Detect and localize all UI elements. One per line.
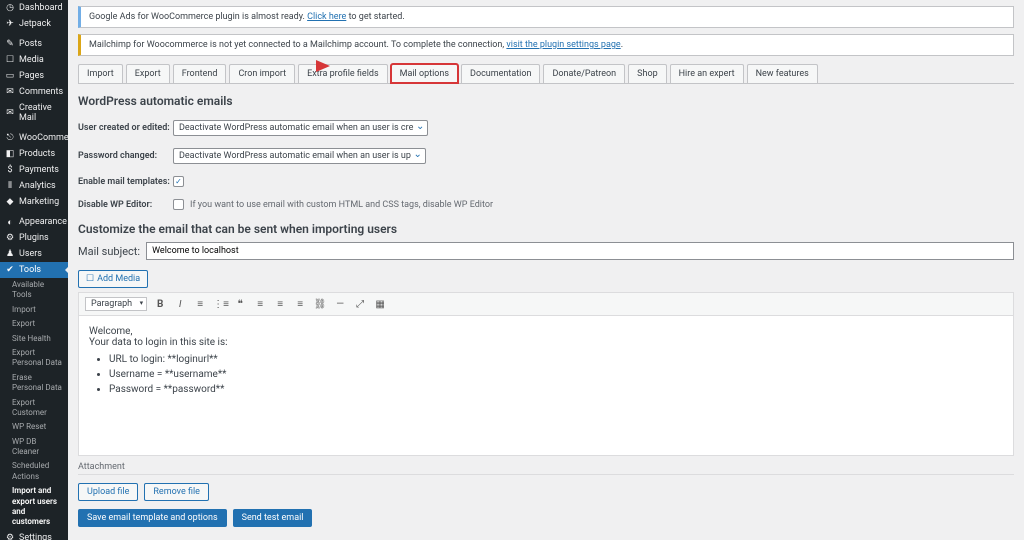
plugin-tabs: ImportExportFrontendCron importExtra pro… [78,64,1014,84]
menu-icon: ☐ [5,55,15,65]
notice-mailchimp: Mailchimp for Woocommerce is not yet con… [78,34,1014,56]
mail-subject-input[interactable] [146,242,1014,260]
sidebar-subitem[interactable]: Export Personal Data [0,346,68,371]
tab-hire-an-expert[interactable]: Hire an expert [670,64,744,83]
tab-documentation[interactable]: Documentation [461,64,540,83]
tab-cron-import[interactable]: Cron import [229,64,295,83]
menu-icon: $ [5,165,15,175]
sidebar-item[interactable]: ☐Media [0,52,68,68]
menu-icon: ✉ [5,108,15,118]
menu-icon: ◧ [5,149,15,159]
checkbox-enable-templates[interactable]: ✓ [173,176,184,187]
menu-icon: ▭ [5,71,15,81]
menu-icon: ⎋ [5,133,15,143]
sidebar-item[interactable]: ◧Products [0,146,68,162]
menu-icon: ✎ [5,39,15,49]
sidebar-item[interactable]: $Payments [0,162,68,178]
align-left-icon[interactable]: ≡ [253,299,267,310]
sidebar-subitem[interactable]: Export Customer [0,396,68,421]
sidebar-item[interactable]: ◆Marketing [0,194,68,210]
tab-shop[interactable]: Shop [628,64,667,83]
sidebar-item[interactable]: ✉Comments [0,84,68,100]
format-dropdown[interactable]: Paragraph [85,297,147,311]
section-title: WordPress automatic emails [78,94,1014,108]
sidebar-item[interactable]: ✉Creative Mail [0,100,68,126]
align-center-icon[interactable]: ≡ [273,299,287,310]
tab-donate-patreon[interactable]: Donate/Patreon [543,64,625,83]
notice-google-ads: Google Ads for WooCommerce plugin is alm… [78,6,1014,28]
sidebar-item[interactable]: ✈Jetpack [0,16,68,32]
menu-icon: ♟ [5,249,15,259]
main-content: Google Ads for WooCommerce plugin is alm… [68,0,1024,540]
menu-icon: ✈ [5,19,15,29]
sidebar-item[interactable]: ▭Pages [0,68,68,84]
menu-icon: ⚙ [5,233,15,243]
sidebar-item[interactable]: ✎Posts [0,36,68,52]
sidebar-item[interactable]: ⚙Plugins [0,230,68,246]
tab-frontend[interactable]: Frontend [173,64,227,83]
more-icon[interactable]: — [333,299,347,310]
menu-icon: ✉ [5,87,15,97]
fullscreen-icon[interactable]: ⤢ [353,299,367,310]
link-icon[interactable]: ⛓ [313,299,327,310]
select-password-changed[interactable]: Deactivate WordPress automatic email whe… [173,148,426,164]
toolbar-toggle-icon[interactable]: ▦ [373,299,387,310]
section-title: Customize the email that can be sent whe… [78,222,1014,236]
row-enable-templates: Enable mail templates: ✓ [78,176,1014,187]
menu-icon: ⚙ [5,533,15,540]
list-ol-icon[interactable]: ⋮≡ [213,299,227,310]
mail-body-editor[interactable]: Welcome, Your data to login in this site… [78,316,1014,456]
tab-mail-options[interactable]: Mail options [391,64,458,83]
send-test-button[interactable]: Send test email [233,509,313,527]
notice-link[interactable]: Click here [307,12,346,22]
admin-sidebar: ◷Dashboard✈Jetpack ✎Posts☐Media▭Pages✉Com… [0,0,68,540]
sidebar-subitem[interactable]: Import and export users and customers [0,484,68,530]
sidebar-item[interactable]: ⎋WooCommerce [0,130,68,146]
sidebar-subitem[interactable]: WP Reset [0,420,68,434]
menu-icon: ◷ [5,3,15,13]
menu-icon: ◆ [5,197,15,207]
notice-link[interactable]: visit the plugin settings page [506,40,620,50]
media-icon: ☐ [86,274,94,284]
sidebar-subitem[interactable]: Import [0,303,68,317]
italic-icon[interactable]: I [173,299,187,310]
sidebar-item[interactable]: ◐Appearance [0,214,68,230]
checkbox-disable-editor[interactable] [173,199,184,210]
sidebar-subitem[interactable]: WP DB Cleaner [0,435,68,460]
sidebar-subitem[interactable]: Erase Personal Data [0,371,68,396]
row-user-created: User created or edited: Deactivate WordP… [78,120,1014,136]
tab-export[interactable]: Export [126,64,170,83]
editor-toolbar: Paragraph B I ≡ ⋮≡ ❝ ≡ ≡ ≡ ⛓ — ⤢ ▦ [78,292,1014,316]
menu-icon: ✔ [5,265,15,275]
bold-icon[interactable]: B [153,299,167,310]
add-media-button[interactable]: ☐Add Media [78,270,148,288]
menu-icon: ⫴ [5,181,15,191]
remove-file-button[interactable]: Remove file [144,483,209,501]
sidebar-item[interactable]: ✔Tools [0,262,68,278]
tab-extra-profile-fields[interactable]: Extra profile fields [298,64,388,83]
tab-import[interactable]: Import [78,64,123,83]
sidebar-item[interactable]: ⚙Settings [0,530,68,540]
quote-icon[interactable]: ❝ [233,299,247,310]
upload-file-button[interactable]: Upload file [78,483,138,501]
sidebar-subitem[interactable]: Export [0,317,68,331]
sidebar-item[interactable]: ◷Dashboard [0,0,68,16]
list-ul-icon[interactable]: ≡ [193,299,207,310]
sidebar-item[interactable]: ⫴Analytics [0,178,68,194]
row-password-changed: Password changed: Deactivate WordPress a… [78,148,1014,164]
row-disable-editor: Disable WP Editor: If you want to use em… [78,199,1014,210]
red-arrow-icon [316,60,336,72]
attachment-label: Attachment [78,462,1014,472]
sidebar-item[interactable]: ♟Users [0,246,68,262]
align-right-icon[interactable]: ≡ [293,299,307,310]
sidebar-subitem[interactable]: Available Tools [0,278,68,303]
sidebar-subitem[interactable]: Site Health [0,332,68,346]
tab-new-features[interactable]: New features [747,64,818,83]
row-mail-subject: Mail subject: [78,242,1014,260]
select-user-created[interactable]: Deactivate WordPress automatic email whe… [173,120,428,136]
save-template-button[interactable]: Save email template and options [78,509,227,527]
sidebar-subitem[interactable]: Scheduled Actions [0,459,68,484]
menu-icon: ◐ [5,217,15,227]
